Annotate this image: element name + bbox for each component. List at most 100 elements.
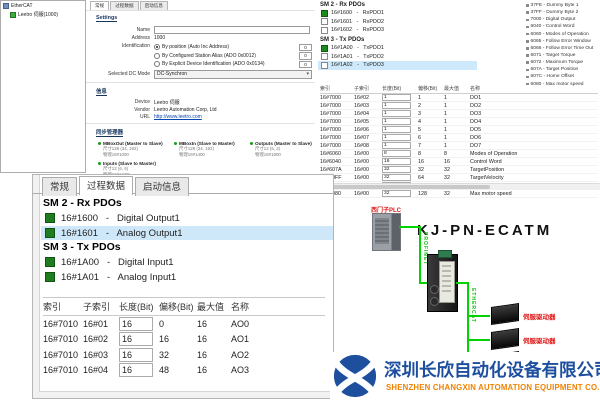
horizontal-scrollbar[interactable] [39,391,333,398]
length-input[interactable]: 32 [382,166,411,173]
length-input[interactable]: 16 [119,317,153,331]
object-list-item[interactable]: 37FF - Dummy Byte 2 [526,9,600,16]
object-list-item[interactable]: 607C - Home Offset [526,73,600,80]
name-input[interactable] [154,26,310,34]
pdo-row[interactable]: 16#1A00 - TxPDO1 [318,44,477,53]
table-row[interactable]: 16#7010 16#03 16 32 16 AO2 [43,347,325,363]
pdo-checkbox[interactable] [321,27,328,34]
dc-mode-dropdown[interactable]: DC-Synchron ▾ [154,70,312,79]
object-list-item[interactable]: 6065 - Follow Error Window [526,38,600,45]
length-input[interactable]: 1 [382,118,411,125]
settings-tab[interactable]: 过程数据 [110,1,138,10]
pdo-checkbox-checked[interactable] [45,257,55,267]
process-tab[interactable]: 启动信息 [135,177,189,196]
radio-value-input[interactable]: 0 [299,52,312,60]
table-row[interactable]: 16#6040 16#00 16 16 16 Control Word [320,158,598,166]
table-row[interactable]: 16#7010 16#01 16 0 16 AO0 [43,316,325,332]
radio-value-input[interactable]: 0 [299,61,312,69]
length-input[interactable]: 16 [119,348,153,362]
pdo-checkbox-checked[interactable] [45,228,55,238]
vertical-scrollbar[interactable] [33,175,40,398]
pdo-row[interactable]: 16#1602 - RxPDO3 [318,26,477,35]
horizontal-scrollbar[interactable] [318,183,600,190]
table-row[interactable]: 16#6060 16#00 8 8 8 Modes of Operation [320,150,598,158]
col-offset: 偏移(Bit) [159,300,197,313]
length-input[interactable]: 1 [382,126,411,133]
length-input[interactable]: 1 [382,142,411,149]
company-name-en: SHENZHEN CHANGXIN AUTOMATION EQUIPMENT C… [386,383,600,392]
length-input[interactable]: 1 [382,102,411,109]
length-input[interactable]: 1 [382,134,411,141]
bullet-icon [526,26,529,29]
length-input[interactable]: 16 [119,363,153,377]
table-row[interactable]: 16#607A 16#00 32 32 32 TargetPosition [320,166,598,174]
length-input[interactable]: 16 [382,158,411,165]
radio-value-input[interactable]: 0 [299,44,312,52]
dc-mode-value: DC-Synchron [157,71,187,77]
length-input[interactable]: 1 [382,110,411,117]
pdo-content-table: 索引 子索引 长度(Bit) 偏移(Bit) 最大值 名称 16#7000 16… [320,85,598,198]
bullet-icon [526,11,529,14]
table-row[interactable]: 16#7000 16#02 1 1 1 DO1 [320,94,598,102]
servo-drive-label: 伺服驱动器 [523,311,556,321]
pdo-checkbox[interactable] [321,45,328,52]
settings-tab[interactable]: 启动信息 [140,1,168,10]
pdo-checkbox[interactable] [321,18,328,25]
object-list-item[interactable]: 6066 - Follow Error Time Out [526,45,600,52]
radio-icon[interactable] [154,61,160,67]
object-list-item[interactable]: 607A - Target Position [526,66,600,73]
radio-icon[interactable] [154,44,160,50]
table-row[interactable]: 16#7000 16#04 1 3 1 DO3 [320,110,598,118]
pdo-row-digital-input1[interactable]: 16#1A00 - Digital Input1 [41,255,333,269]
vendor-url-link[interactable]: http://www.leetro.com [154,114,202,120]
pdo-checkbox-checked[interactable] [45,272,55,282]
pdo-row-analog-output1-selected[interactable]: 16#1601 - Analog Output1 [41,226,333,240]
settings-tab[interactable]: 常规 [90,1,109,10]
object-list-item[interactable]: 6071 - Target Torque [526,52,600,59]
object-list-item[interactable]: 6060 - Modes of Operation [526,31,600,38]
pdo-checkbox[interactable] [321,62,328,69]
pdo-label: 16#1A01 - TxPDO2 [331,54,384,60]
pdo-label: 16#1600 - RxPDO1 [331,10,384,16]
table-row[interactable]: 16#7000 16#06 1 5 1 DO5 [320,126,598,134]
tree-root-ethercat[interactable]: EtherCAT [1,1,85,9]
object-list-item[interactable]: 37FE - Dummy Byte 1 [526,2,600,9]
pdo-row-analog-input1[interactable]: 16#1A01 - Analog Input1 [41,270,333,284]
ethercat-cable [467,282,469,363]
pdo-row-digital-output1[interactable]: 16#1600 - Digital Output1 [41,211,333,225]
length-input[interactable]: 32 [382,174,411,181]
pdo-checkbox-checked[interactable] [45,213,55,223]
table-row[interactable]: 16#7000 16#08 1 7 1 DO7 [320,142,598,150]
radio-icon[interactable] [154,53,160,59]
length-input[interactable]: 16 [119,332,153,346]
length-input[interactable]: 1 [382,94,411,101]
identification-radio[interactable]: By position (Auto Inc Address) 0 [154,44,312,52]
table-row[interactable]: 16#7000 16#03 1 2 1 DO2 [320,102,598,110]
pdo-row[interactable]: 16#1A01 - TxPDO2 [318,52,477,61]
identification-radio[interactable]: By Configured Station Alias (ADO 0x0012)… [154,52,312,60]
table-row[interactable]: 16#60FF 16#00 32 64 32 TargetVelocity [320,174,598,182]
pdo-checkbox[interactable] [321,10,328,17]
object-list-item[interactable]: 6072 - Maximum Torque [526,59,600,66]
object-list-item[interactable]: 6040 - Control Word [526,23,600,30]
sync-manager-mboxout: MBoxOut (Master to Slave) 尺寸128 (34, 192… [98,141,172,157]
pdo-row[interactable]: 16#1601 - RxPDO2 [318,18,477,27]
pdo-checkbox[interactable] [321,53,328,60]
length-input[interactable]: 8 [382,150,411,157]
table-row[interactable]: 16#7000 16#05 1 4 1 DO4 [320,118,598,126]
scrollbar-thumb[interactable] [320,185,490,189]
object-list-item[interactable]: 7000 - Digital Output [526,16,600,23]
pdo-row[interactable]: 16#1A02 - TxPDO3 [318,61,477,70]
tree-node-slave[interactable]: Leetro 伺服(1000) [1,9,85,18]
table-row[interactable]: 16#7000 16#07 1 6 1 DO6 [320,134,598,142]
table-row[interactable]: 16#7010 16#04 16 48 16 AO3 [43,363,325,379]
identification-radio[interactable]: By Explicit Device Identification (ADO 0… [154,61,312,69]
process-tab[interactable]: 过程数据 [79,176,133,195]
table-row[interactable]: 16#7010 16#02 16 16 16 AO1 [43,332,325,348]
bullet-icon [526,40,529,43]
identification-radio-group: By position (Auto Inc Address) 0 By Conf… [154,43,312,69]
ethernet-port-icon [430,297,439,306]
pdo-row[interactable]: 16#1600 - RxPDO1 [318,9,477,18]
process-tab[interactable]: 常规 [42,177,77,196]
vendor-label: Vendor [86,107,154,113]
